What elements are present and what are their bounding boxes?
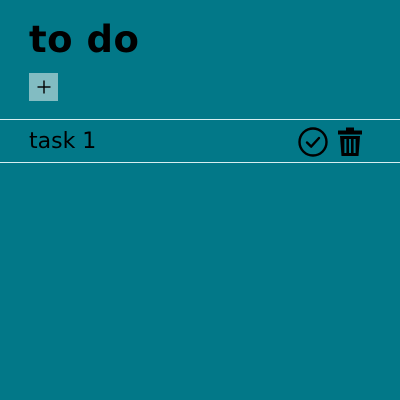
trash-icon bbox=[335, 126, 367, 158]
check-circle-icon bbox=[297, 126, 329, 158]
plus-icon bbox=[36, 79, 52, 95]
task-item: task 1 bbox=[0, 119, 400, 163]
todo-app: to do task 1 bbox=[0, 0, 400, 400]
task-label: task 1 bbox=[29, 129, 97, 154]
add-task-button[interactable] bbox=[29, 73, 58, 101]
complete-task-button[interactable] bbox=[297, 126, 329, 158]
delete-task-button[interactable] bbox=[335, 126, 367, 158]
task-list: task 1 bbox=[0, 119, 400, 163]
page-title: to do bbox=[29, 18, 140, 61]
